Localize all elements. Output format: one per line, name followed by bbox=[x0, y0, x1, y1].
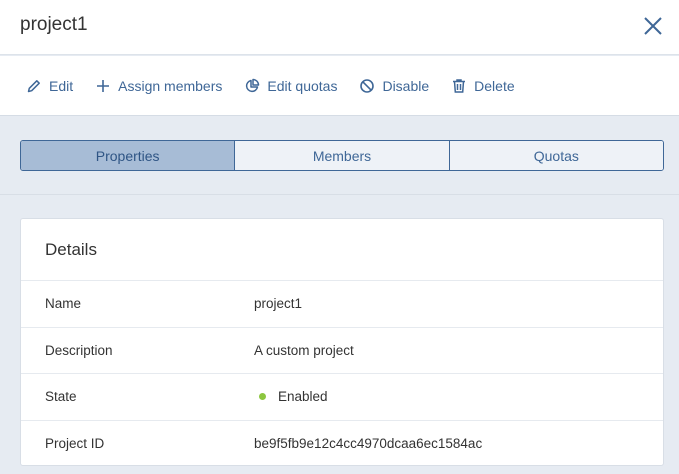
detail-label: Description bbox=[45, 342, 113, 358]
detail-label: State bbox=[45, 389, 77, 405]
disable-label: Disable bbox=[382, 77, 430, 94]
detail-row-state: State Enabled bbox=[21, 374, 663, 421]
tab-bar: Properties Members Quotas bbox=[20, 140, 664, 171]
toolbar: Edit Assign members Edit quotas Disable … bbox=[0, 56, 679, 116]
detail-row-project-id: Project ID be9f5fb9e12c4cc4970dcaa6ec158… bbox=[21, 421, 663, 468]
details-title: Details bbox=[21, 219, 663, 281]
pie-chart-icon bbox=[244, 78, 260, 94]
assign-members-button[interactable]: Assign members bbox=[95, 78, 222, 94]
disable-button[interactable]: Disable bbox=[359, 78, 429, 94]
page-title: project1 bbox=[20, 14, 88, 35]
assign-members-label: Assign members bbox=[118, 77, 223, 94]
detail-value: project1 bbox=[254, 296, 303, 312]
edit-label: Edit bbox=[49, 77, 74, 94]
tab-quotas[interactable]: Quotas bbox=[448, 141, 663, 170]
edit-quotas-button[interactable]: Edit quotas bbox=[244, 78, 337, 94]
details-card: Details Name project1 Description A cust… bbox=[20, 218, 664, 466]
detail-row-name: Name project1 bbox=[21, 281, 663, 328]
close-button[interactable] bbox=[640, 13, 666, 39]
close-icon bbox=[644, 17, 662, 35]
edit-button[interactable]: Edit bbox=[26, 78, 73, 94]
plus-icon bbox=[95, 78, 111, 94]
detail-value: A custom project bbox=[254, 342, 354, 358]
delete-label: Delete bbox=[474, 77, 515, 94]
tab-members[interactable]: Members bbox=[234, 141, 449, 170]
detail-label: Project ID bbox=[45, 436, 105, 452]
status-text: Enabled bbox=[278, 389, 328, 405]
trash-icon bbox=[451, 78, 467, 94]
status-value: Enabled bbox=[254, 389, 328, 404]
ban-icon bbox=[359, 78, 375, 94]
detail-label: Name bbox=[45, 296, 82, 312]
tabs-area: Properties Members Quotas bbox=[0, 117, 679, 195]
pencil-icon bbox=[26, 78, 42, 94]
status-dot-icon bbox=[259, 393, 266, 401]
delete-button[interactable]: Delete bbox=[451, 77, 515, 94]
tab-properties[interactable]: Properties bbox=[21, 141, 235, 170]
detail-value: be9f5fb9e12c4cc4970dcaa6ec1584ac bbox=[254, 436, 483, 452]
detail-row-description: Description A custom project bbox=[21, 328, 663, 374]
edit-quotas-label: Edit quotas bbox=[267, 77, 338, 94]
dialog-header: project1 bbox=[0, 0, 679, 55]
